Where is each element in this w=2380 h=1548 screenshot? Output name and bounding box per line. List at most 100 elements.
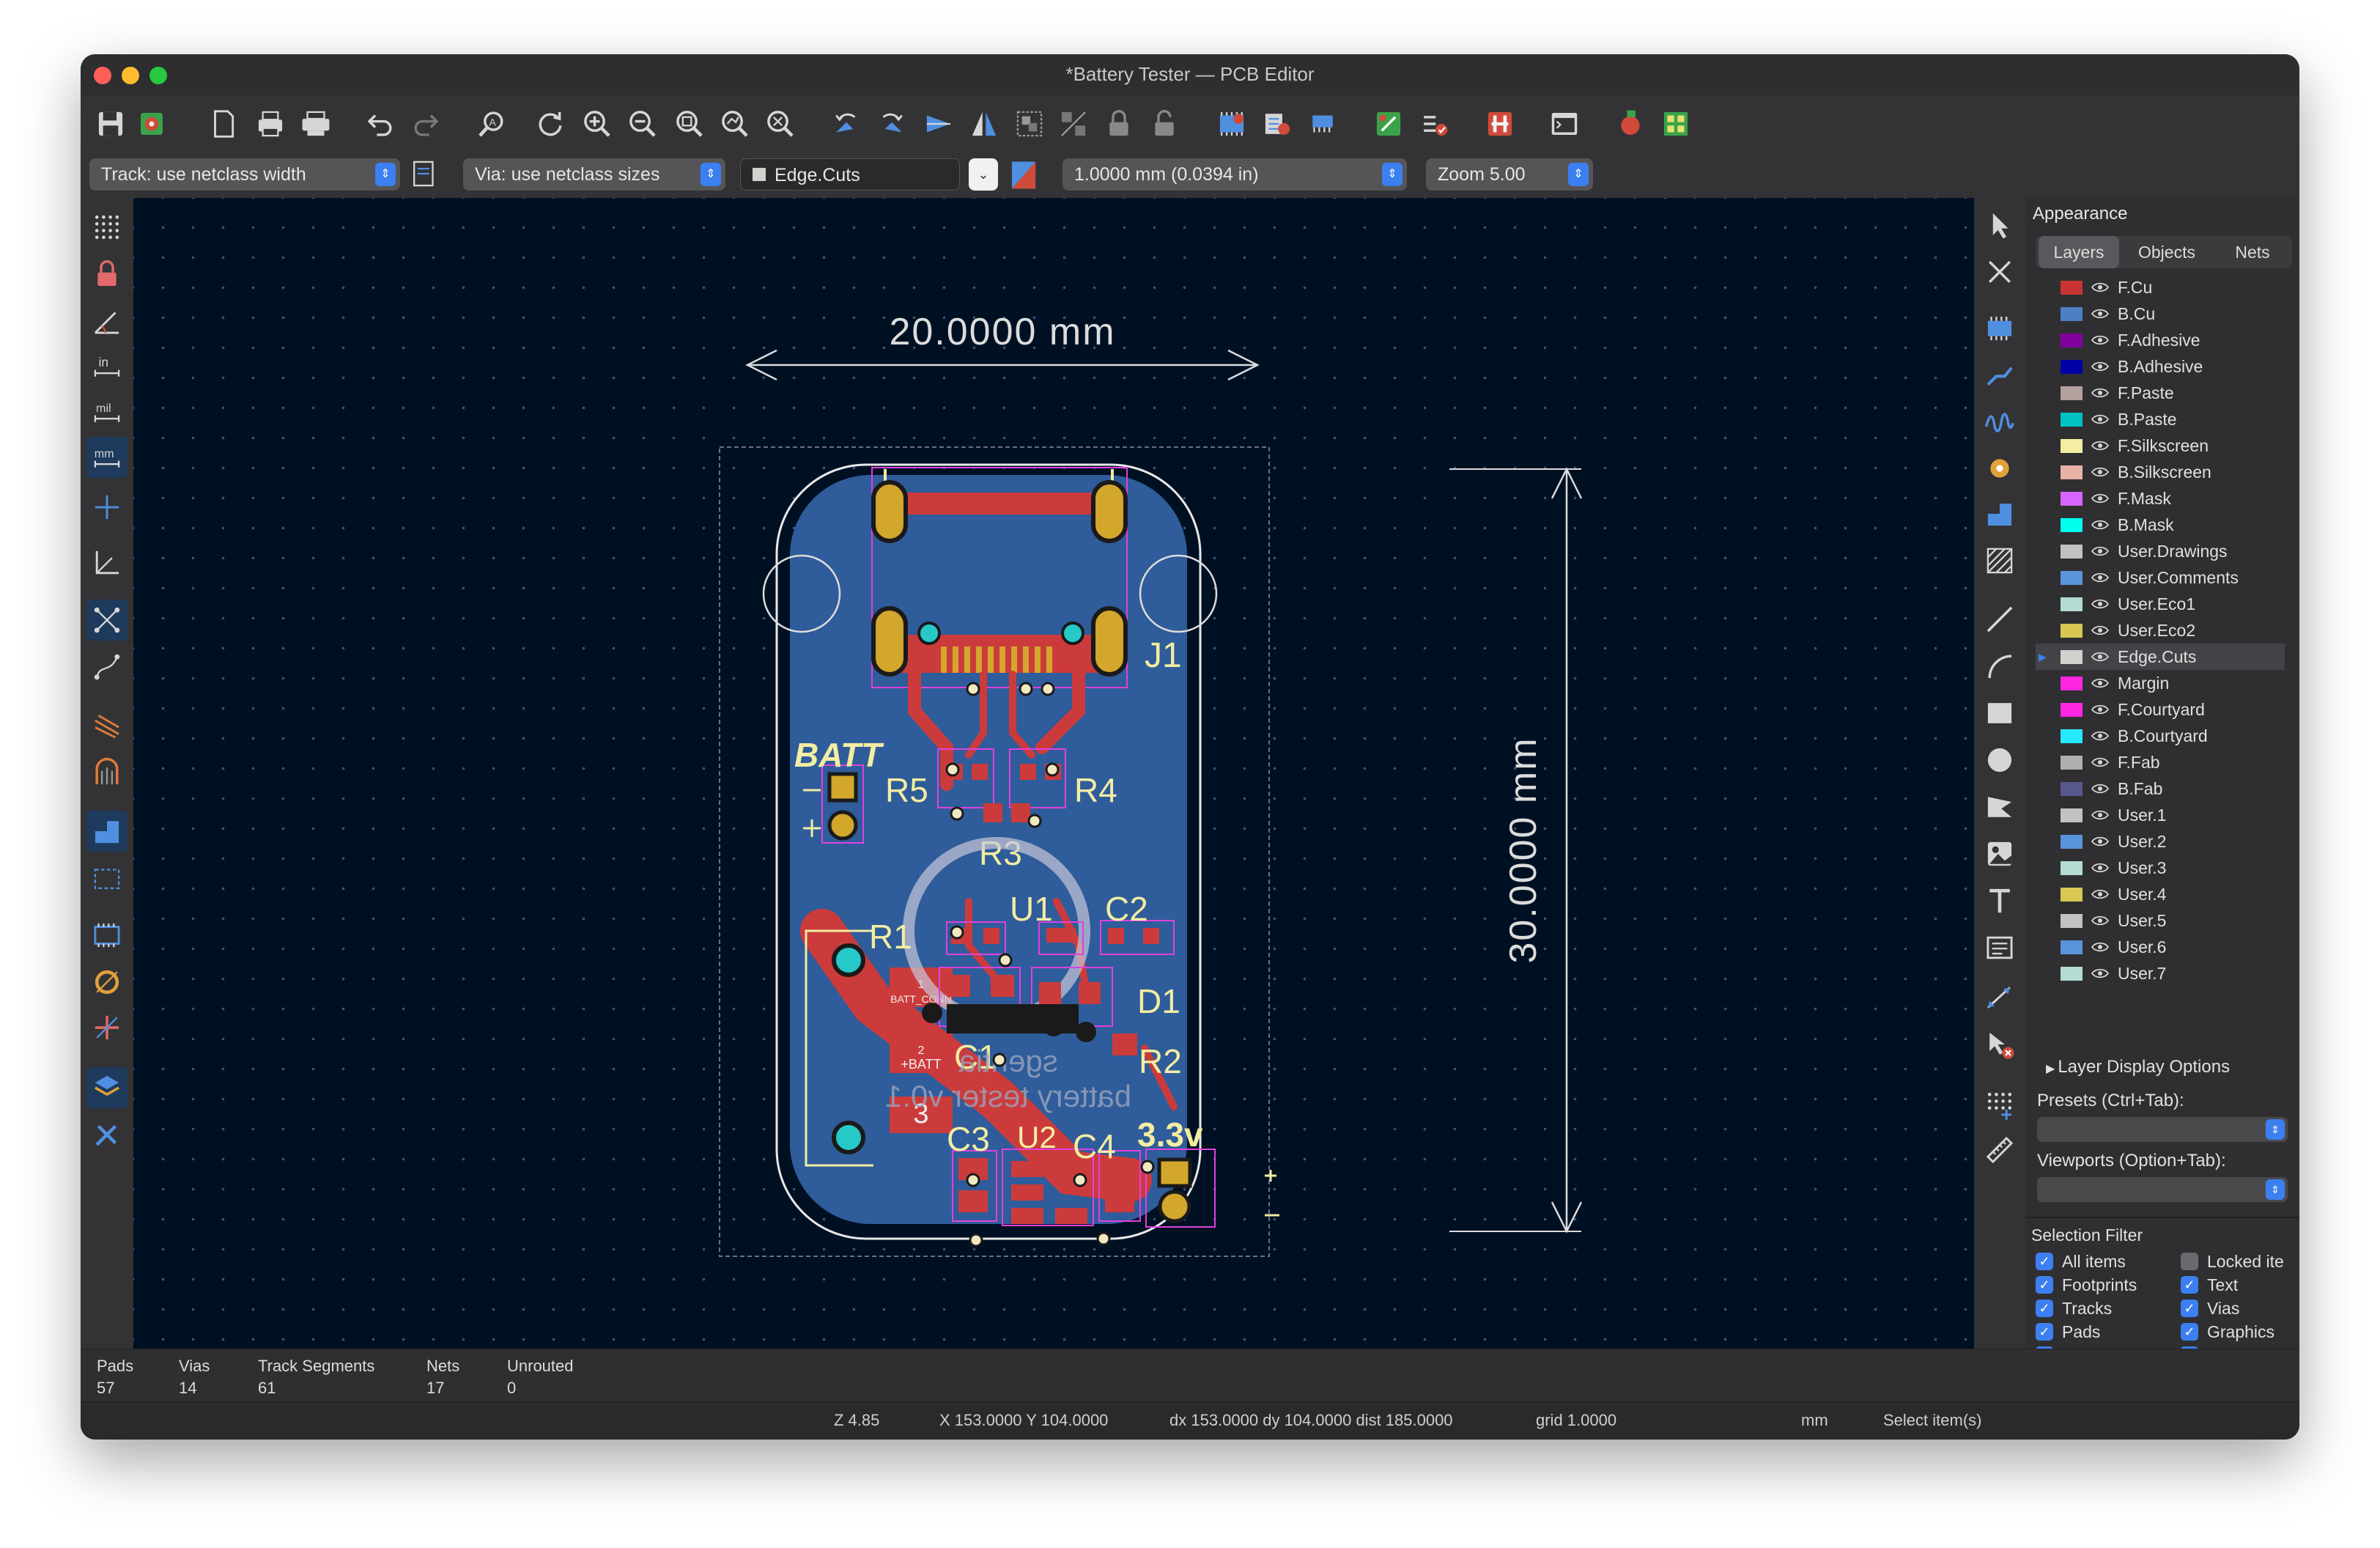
- layer-color-swatch[interactable]: [2061, 413, 2082, 427]
- rotate-cw-icon[interactable]: [873, 106, 910, 142]
- layer-row[interactable]: User.1: [2036, 802, 2285, 828]
- checkmark-icon[interactable]: ✓: [2036, 1275, 2053, 1294]
- vertical-dimension[interactable]: 30.0000 mm: [1449, 467, 1583, 1234]
- flip-icon[interactable]: [920, 106, 957, 142]
- page-settings-icon[interactable]: [205, 106, 242, 142]
- layer-row[interactable]: F.Fab: [2036, 749, 2285, 775]
- layer-row[interactable]: ▶ Edge.Cuts: [2036, 644, 2285, 670]
- update-pcb-icon[interactable]: [1213, 106, 1250, 142]
- redo-icon[interactable]: [407, 106, 444, 142]
- add-dimension-icon[interactable]: [1980, 978, 2019, 1017]
- ungroup-icon[interactable]: [1055, 106, 1092, 142]
- layer-row[interactable]: F.Courtyard: [2036, 696, 2285, 723]
- layer-color-swatch[interactable]: [2061, 333, 2082, 347]
- draw-polygon-icon[interactable]: [1980, 787, 2019, 827]
- eye-icon[interactable]: [2091, 934, 2112, 960]
- horizontal-dimension[interactable]: 20.0000 mm: [745, 311, 1260, 381]
- layer-row[interactable]: B.Cu: [2036, 301, 2285, 327]
- grid-origin-set-icon[interactable]: [1980, 1085, 2019, 1124]
- layers-manager-icon[interactable]: [86, 1067, 128, 1108]
- layout-plugin-icon[interactable]: [1612, 106, 1649, 142]
- board-setup-icon[interactable]: [133, 106, 170, 142]
- units-inches-icon[interactable]: in: [86, 346, 128, 387]
- layer-color-swatch[interactable]: [2061, 492, 2082, 506]
- layer-row[interactable]: User.Comments: [2036, 564, 2285, 591]
- draw-arc-icon[interactable]: [1980, 646, 2019, 686]
- add-rule-area-icon[interactable]: [1980, 541, 2019, 580]
- eye-icon[interactable]: [2091, 802, 2112, 828]
- selection-filter-checkbox[interactable]: ✓ Graphics: [2181, 1321, 2274, 1343]
- layer-row[interactable]: User.4: [2036, 881, 2285, 907]
- via-size-select[interactable]: Via: use netclass sizes ⇕: [463, 158, 725, 191]
- measure-ruler-icon[interactable]: [1980, 1130, 2019, 1170]
- zoom-in-icon[interactable]: [579, 106, 616, 142]
- eye-icon[interactable]: [2091, 538, 2112, 564]
- polar-coordinates-icon[interactable]: [86, 301, 128, 342]
- add-text-icon[interactable]: [1980, 881, 2019, 921]
- layer-row[interactable]: Margin: [2036, 670, 2285, 696]
- selection-filter-checkbox[interactable]: ✓ Vias: [2181, 1297, 2239, 1319]
- zoom-select[interactable]: Zoom 5.00 ⇕: [1426, 158, 1593, 191]
- pcb-canvas[interactable]: 20.0000 mm 30.0000 mm J1 BATT 1 BATT_CON…: [133, 198, 1974, 1349]
- layer-color-swatch[interactable]: [2061, 835, 2082, 849]
- via-outline-icon[interactable]: [86, 752, 128, 793]
- checkmark-icon[interactable]: ✓: [2181, 1322, 2198, 1341]
- eye-icon[interactable]: [2091, 696, 2112, 723]
- eye-icon[interactable]: [2091, 564, 2112, 591]
- layer-row[interactable]: User.7: [2036, 960, 2285, 987]
- selection-filter-checkbox[interactable]: ✓ Tracks: [2036, 1297, 2112, 1319]
- units-mils-icon[interactable]: mil: [86, 391, 128, 432]
- find-icon[interactable]: A: [473, 106, 510, 142]
- unlock-icon[interactable]: [1146, 106, 1183, 142]
- layer-color-swatch[interactable]: [2061, 914, 2082, 928]
- layer-color-swatch[interactable]: [2061, 571, 2082, 585]
- group-icon[interactable]: [1011, 106, 1048, 142]
- add-via-icon[interactable]: [1980, 449, 2019, 488]
- layer-row[interactable]: B.Courtyard: [2036, 723, 2285, 749]
- net-inspector-icon[interactable]: [1370, 106, 1407, 142]
- eye-icon[interactable]: [2091, 960, 2112, 987]
- grid-origin-icon[interactable]: [86, 542, 128, 583]
- eye-icon[interactable]: [2091, 380, 2112, 406]
- checkmark-icon[interactable]: ✓: [2181, 1275, 2198, 1294]
- layer-color-swatch[interactable]: [2061, 940, 2082, 954]
- unchecked-box-icon[interactable]: [2181, 1252, 2198, 1270]
- layer-color-swatch[interactable]: [2061, 888, 2082, 902]
- layer-dropdown-button[interactable]: ⌄: [969, 158, 998, 191]
- selection-filter-checkbox[interactable]: Locked ite: [2181, 1250, 2284, 1272]
- layer-color-swatch[interactable]: [2061, 703, 2082, 717]
- track-outline-icon[interactable]: [86, 705, 128, 746]
- eye-icon[interactable]: [2091, 723, 2112, 749]
- selection-filter-checkbox[interactable]: ✓ Text: [2181, 1274, 2238, 1296]
- layer-row[interactable]: User.Eco2: [2036, 617, 2285, 644]
- layer-row[interactable]: B.Mask: [2036, 512, 2285, 538]
- eye-icon[interactable]: [2091, 591, 2112, 617]
- layer-color-swatch[interactable]: [2061, 967, 2082, 981]
- layer-row[interactable]: F.Adhesive: [2036, 327, 2285, 353]
- zoom-selection-icon[interactable]: [762, 106, 799, 142]
- units-mm-icon[interactable]: mm: [86, 437, 128, 478]
- layer-row[interactable]: B.Fab: [2036, 775, 2285, 802]
- rotate-ccw-icon[interactable]: [828, 106, 865, 142]
- undo-icon[interactable]: [362, 106, 399, 142]
- select-arrow-icon[interactable]: [1980, 205, 2019, 245]
- add-zone-icon[interactable]: [1980, 494, 2019, 534]
- tune-length-icon[interactable]: [1980, 402, 2019, 441]
- eye-icon[interactable]: [2091, 485, 2112, 512]
- footprint-outline-icon[interactable]: [86, 915, 128, 956]
- plot-icon[interactable]: [298, 106, 334, 142]
- eye-icon[interactable]: [2091, 459, 2112, 485]
- edit-track-width-icon[interactable]: [406, 155, 443, 192]
- delete-tool-icon[interactable]: [1980, 1025, 2019, 1064]
- route-track-icon[interactable]: [1980, 355, 2019, 394]
- print-icon[interactable]: [252, 106, 289, 142]
- properties-tools-icon[interactable]: [86, 1114, 128, 1155]
- checkmark-icon[interactable]: ✓: [2036, 1299, 2053, 1317]
- eye-icon[interactable]: [2091, 274, 2112, 301]
- add-image-icon[interactable]: [1980, 834, 2019, 874]
- scripting-console-icon[interactable]: [1546, 106, 1583, 142]
- layer-color-swatch[interactable]: [2061, 861, 2082, 875]
- save-icon[interactable]: [92, 106, 129, 142]
- layer-color-swatch[interactable]: [2061, 624, 2082, 638]
- eye-icon[interactable]: [2091, 644, 2112, 670]
